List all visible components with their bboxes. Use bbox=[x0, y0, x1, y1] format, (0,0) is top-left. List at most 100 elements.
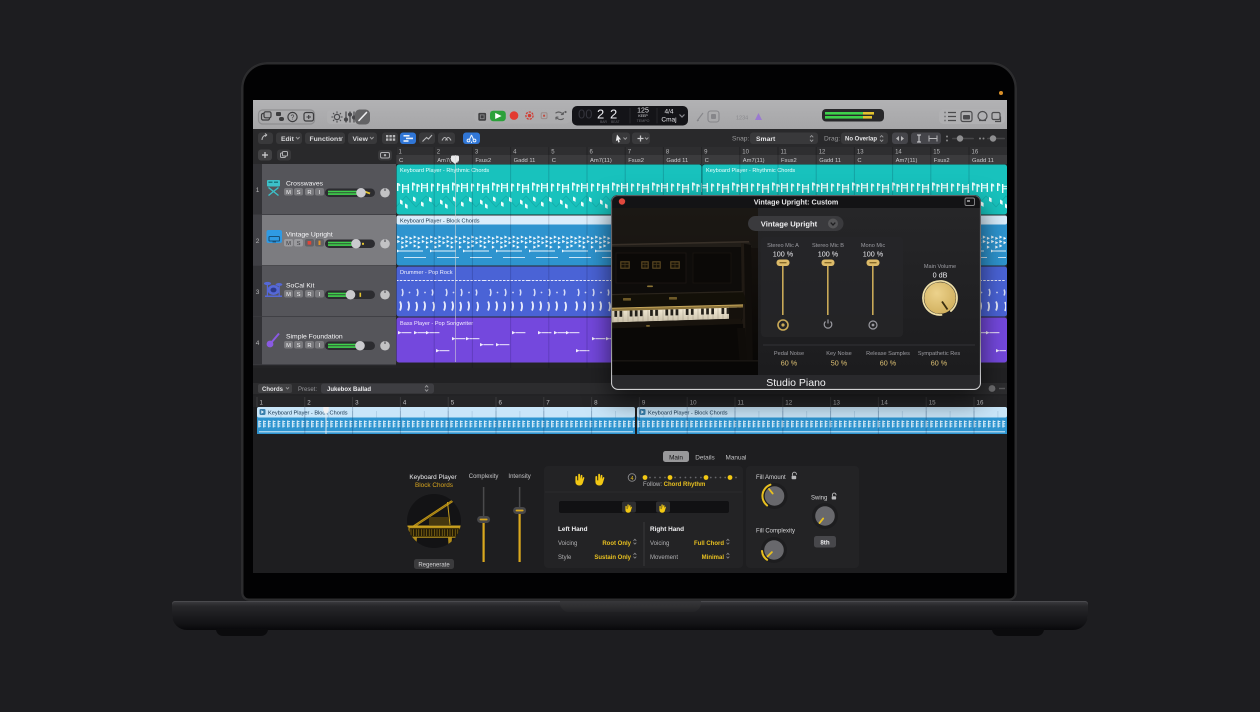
svg-text:100 %: 100 % bbox=[863, 250, 884, 259]
svg-text:9: 9 bbox=[642, 400, 646, 407]
svg-text:Key Noise: Key Noise bbox=[826, 351, 852, 357]
svg-text:Vintage Upright: Vintage Upright bbox=[286, 232, 333, 239]
svg-text:4: 4 bbox=[631, 476, 634, 482]
svg-text:Edit: Edit bbox=[281, 136, 295, 143]
svg-text:8: 8 bbox=[594, 400, 598, 407]
svg-text:12: 12 bbox=[785, 400, 792, 407]
svg-text:R: R bbox=[307, 190, 311, 196]
svg-text:16: 16 bbox=[977, 400, 984, 407]
svg-text:Root Only: Root Only bbox=[602, 541, 631, 547]
svg-text:Smart: Smart bbox=[756, 136, 776, 143]
svg-text:0 dB: 0 dB bbox=[933, 271, 948, 280]
svg-text:S: S bbox=[297, 343, 301, 349]
svg-text:100 %: 100 % bbox=[818, 250, 839, 259]
svg-text:2: 2 bbox=[256, 238, 260, 245]
svg-text:5: 5 bbox=[551, 150, 555, 156]
svg-text:S: S bbox=[297, 190, 301, 196]
svg-text:Drummer - Pop Rock: Drummer - Pop Rock bbox=[400, 270, 453, 276]
svg-text:60 %: 60 % bbox=[931, 359, 948, 368]
svg-text:6: 6 bbox=[499, 400, 503, 407]
svg-text:6: 6 bbox=[590, 150, 594, 156]
svg-text:13: 13 bbox=[857, 150, 864, 156]
svg-text:Crosswaves: Crosswaves bbox=[286, 181, 324, 188]
svg-text:13: 13 bbox=[833, 400, 840, 407]
svg-text:Sustain Only: Sustain Only bbox=[594, 555, 631, 561]
svg-text:Minimal: Minimal bbox=[702, 555, 725, 561]
svg-text:Studio Piano: Studio Piano bbox=[766, 377, 826, 389]
svg-text:2: 2 bbox=[307, 400, 311, 407]
svg-text:Cmaj: Cmaj bbox=[661, 117, 676, 124]
svg-text:Intensity: Intensity bbox=[508, 474, 530, 480]
svg-text:7: 7 bbox=[628, 150, 632, 156]
svg-text:1: 1 bbox=[260, 400, 264, 407]
svg-text:Left Hand: Left Hand bbox=[558, 526, 588, 533]
svg-text:Voicing: Voicing bbox=[558, 541, 577, 547]
svg-text:100 %: 100 % bbox=[773, 250, 794, 259]
svg-text:15: 15 bbox=[929, 400, 936, 407]
svg-text:60 %: 60 % bbox=[781, 359, 798, 368]
svg-text:5: 5 bbox=[451, 400, 455, 407]
svg-text:Stereo Mic B: Stereo Mic B bbox=[812, 243, 844, 249]
svg-text:3: 3 bbox=[355, 400, 359, 407]
svg-text:View: View bbox=[353, 136, 369, 143]
svg-text:Simple Foundation: Simple Foundation bbox=[286, 334, 343, 341]
svg-text:M: M bbox=[286, 190, 291, 196]
svg-text:60 %: 60 % bbox=[880, 359, 897, 368]
svg-text:Swing: Swing bbox=[811, 496, 827, 502]
svg-text:Release Samples: Release Samples bbox=[866, 351, 910, 357]
svg-text:BEAT: BEAT bbox=[611, 120, 620, 124]
svg-text:3: 3 bbox=[256, 289, 260, 296]
svg-text:00: 00 bbox=[578, 107, 592, 122]
svg-text:R: R bbox=[307, 292, 311, 298]
svg-text:Movement: Movement bbox=[650, 555, 678, 561]
svg-text:S: S bbox=[297, 241, 301, 247]
svg-text:SoCal Kit: SoCal Kit bbox=[286, 283, 314, 290]
svg-text:7: 7 bbox=[546, 400, 550, 407]
svg-text:Right Hand: Right Hand bbox=[650, 526, 684, 533]
svg-text:Functions: Functions bbox=[310, 136, 343, 143]
svg-text:Main: Main bbox=[669, 454, 683, 461]
svg-text:Keyboard Player - Rhythmic Cho: Keyboard Player - Rhythmic Chords bbox=[706, 168, 795, 174]
svg-text:Keyboard Player: Keyboard Player bbox=[409, 474, 457, 481]
svg-text:KEEP: KEEP bbox=[638, 114, 648, 118]
svg-text:Jukebox Ballad: Jukebox Ballad bbox=[327, 387, 371, 393]
svg-text:Keyboard Player - Rhythmic Cho: Keyboard Player - Rhythmic Chords bbox=[400, 168, 489, 174]
svg-text:10: 10 bbox=[742, 150, 749, 156]
svg-text:R: R bbox=[307, 343, 311, 349]
svg-text:4: 4 bbox=[513, 150, 517, 156]
svg-text:?: ? bbox=[291, 115, 295, 122]
svg-text:9: 9 bbox=[704, 150, 708, 156]
svg-text:16: 16 bbox=[972, 150, 979, 156]
svg-text:1: 1 bbox=[399, 150, 403, 156]
svg-text:Block Chords: Block Chords bbox=[415, 482, 453, 489]
svg-text:Vintage Upright: Custom: Vintage Upright: Custom bbox=[754, 197, 839, 206]
svg-text:15: 15 bbox=[933, 150, 940, 156]
svg-text:11: 11 bbox=[781, 150, 788, 156]
svg-text:M: M bbox=[286, 241, 291, 247]
svg-text:10: 10 bbox=[690, 400, 697, 407]
svg-text:Bass Player - Pop Songwriter: Bass Player - Pop Songwriter bbox=[400, 321, 473, 327]
svg-text:Main Volume: Main Volume bbox=[924, 264, 956, 270]
svg-text:Keyboard Player - Block Chords: Keyboard Player - Block Chords bbox=[400, 219, 480, 225]
svg-text:4/4: 4/4 bbox=[664, 109, 673, 116]
svg-text:50 %: 50 % bbox=[831, 359, 848, 368]
svg-text:14: 14 bbox=[895, 150, 902, 156]
svg-text:4: 4 bbox=[256, 340, 260, 347]
svg-text:Style: Style bbox=[558, 555, 572, 561]
svg-text:TEMPO: TEMPO bbox=[637, 119, 650, 123]
svg-text:BAR: BAR bbox=[600, 120, 608, 124]
svg-text:Snap:: Snap: bbox=[732, 136, 749, 143]
svg-text:Mono Mic: Mono Mic bbox=[861, 243, 885, 249]
svg-text:Stereo Mic A: Stereo Mic A bbox=[767, 243, 799, 249]
svg-text:1: 1 bbox=[256, 187, 260, 194]
svg-text:3: 3 bbox=[475, 150, 479, 156]
svg-text:8: 8 bbox=[666, 150, 670, 156]
svg-text:Fill Complexity: Fill Complexity bbox=[756, 529, 795, 535]
svg-text:Details: Details bbox=[695, 454, 715, 461]
svg-text:M: M bbox=[286, 343, 291, 349]
svg-text:12: 12 bbox=[819, 150, 826, 156]
svg-text:Chords: Chords bbox=[262, 387, 284, 393]
svg-text:14: 14 bbox=[881, 400, 888, 407]
svg-text:Follow: Chord Rhythm: Follow: Chord Rhythm bbox=[643, 482, 705, 488]
svg-text:11: 11 bbox=[738, 400, 745, 407]
